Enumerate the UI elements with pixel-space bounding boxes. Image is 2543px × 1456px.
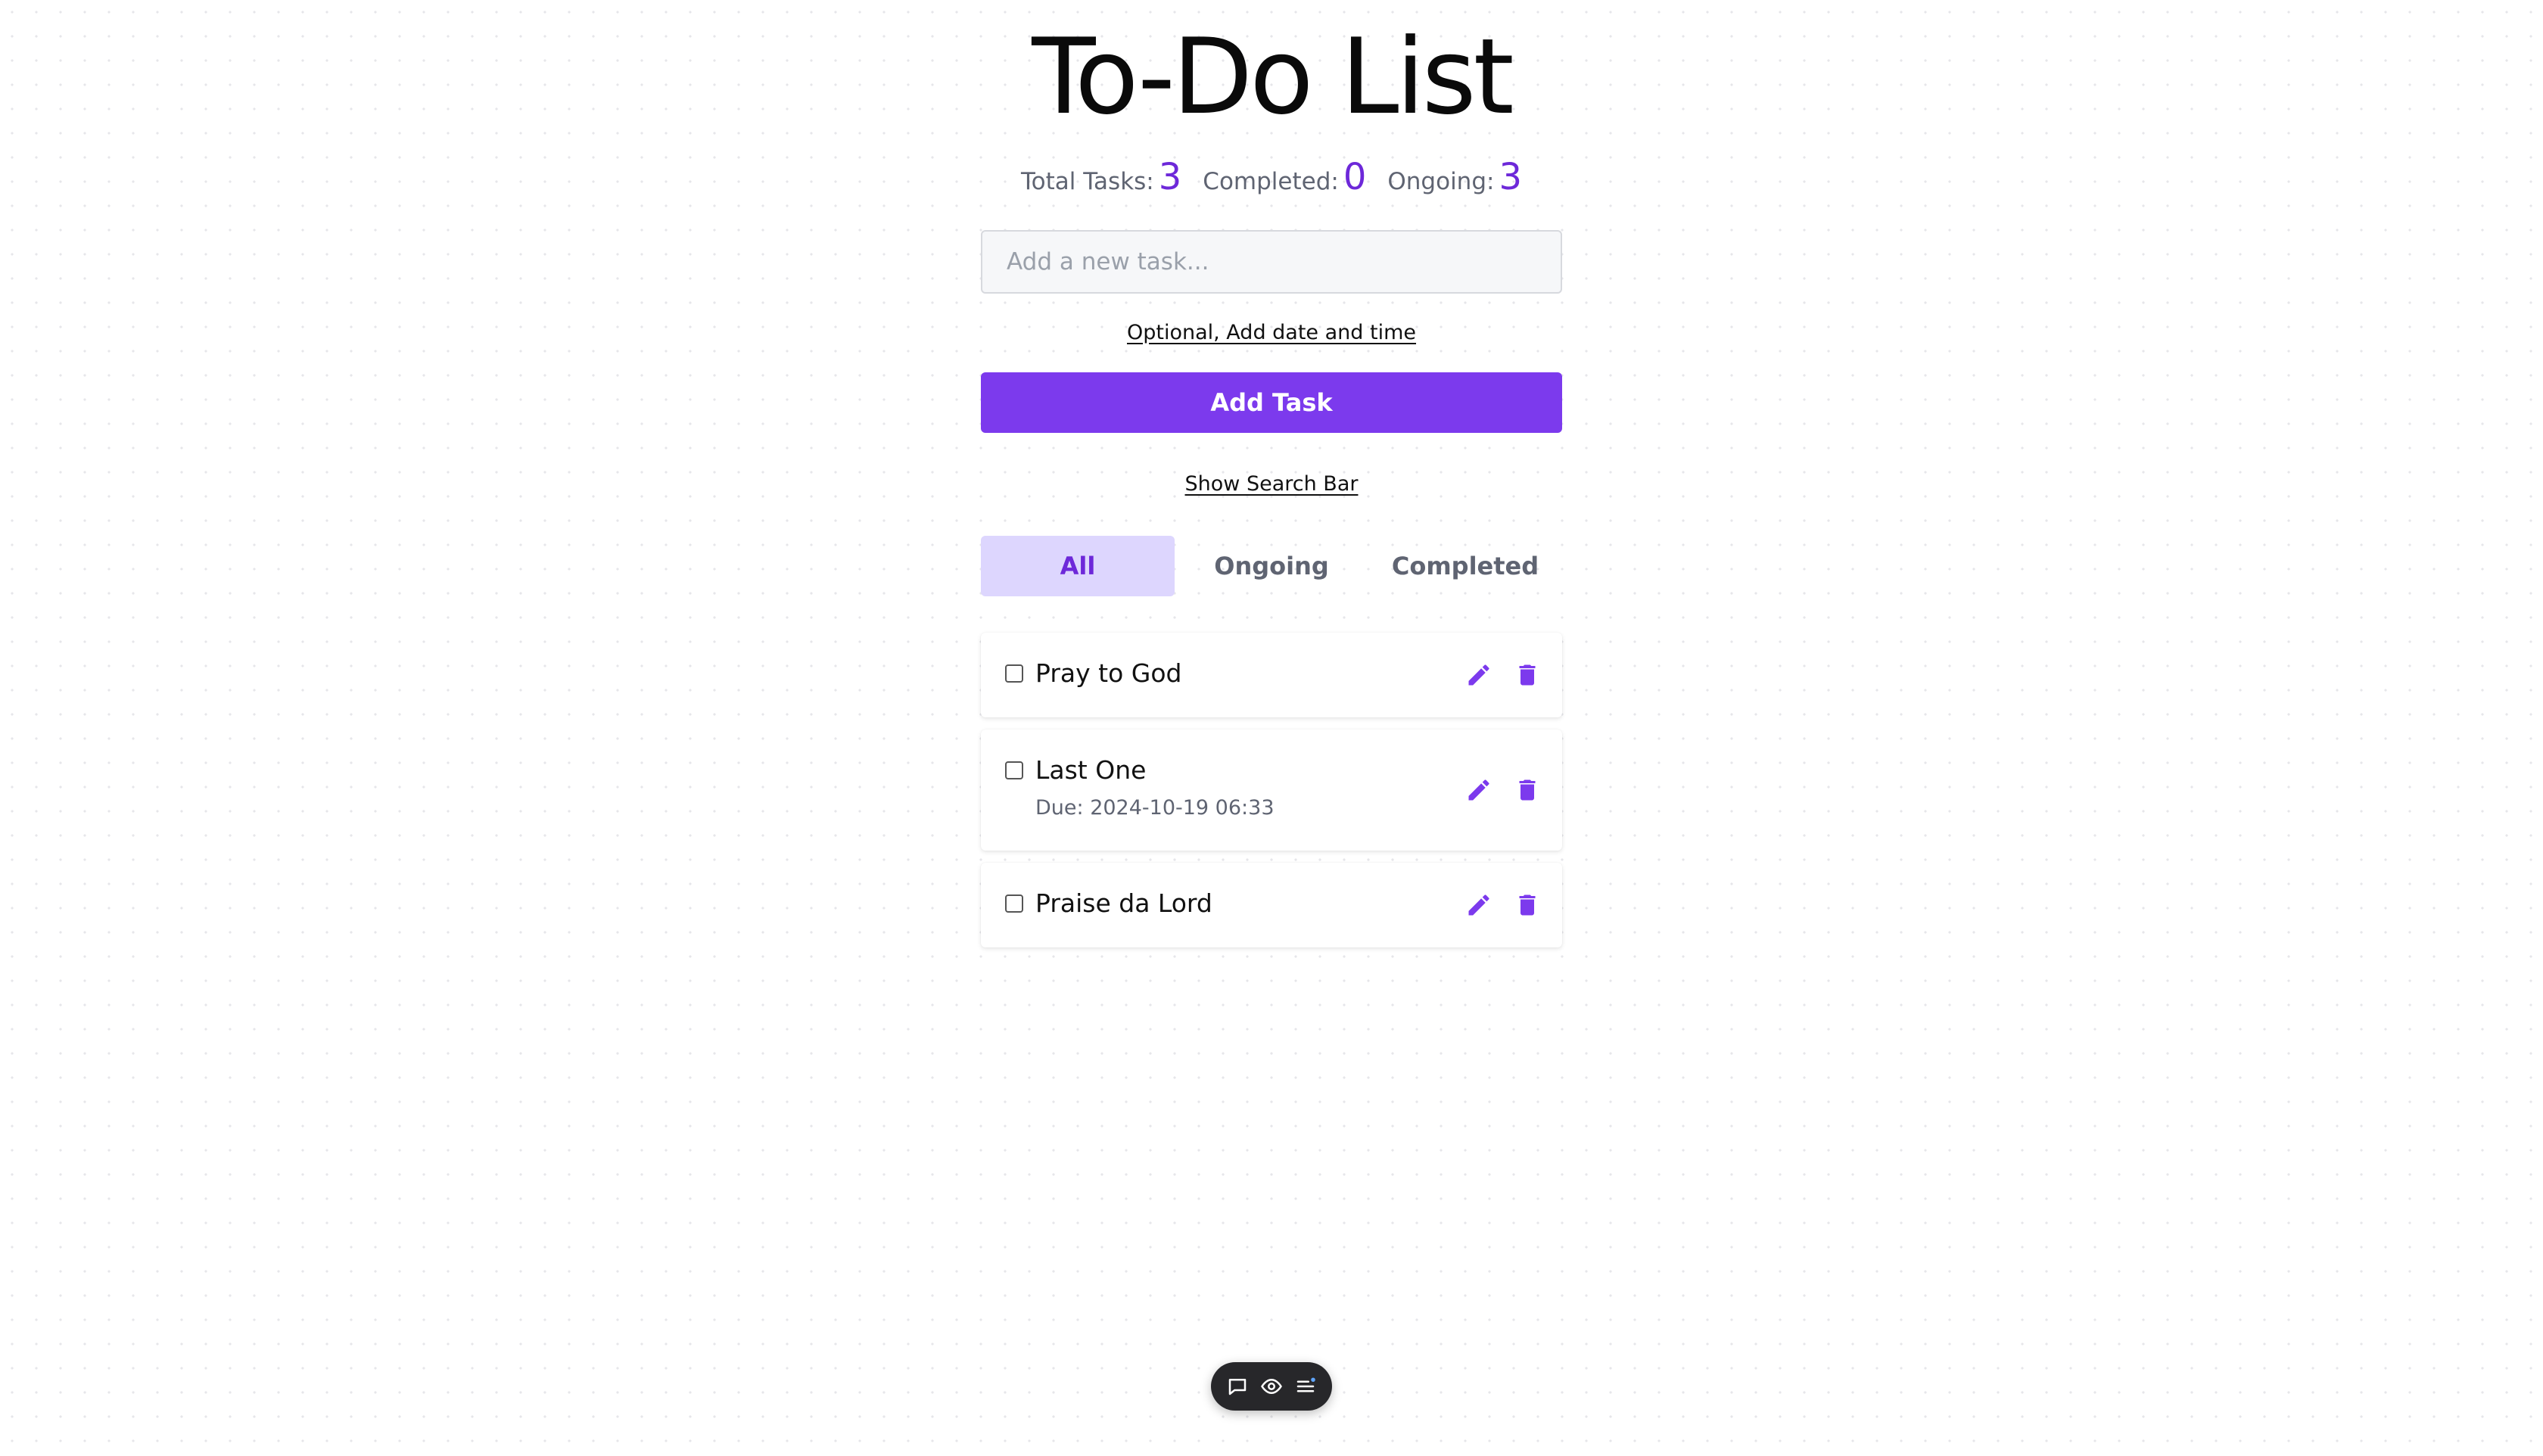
task-text: Praise da Lord: [1035, 888, 1212, 918]
new-task-input[interactable]: [981, 230, 1562, 294]
trash-icon[interactable]: [1514, 661, 1541, 689]
task-stats: Total Tasks: 3 Completed: 0 Ongoing: 3: [981, 156, 1562, 198]
tab-ongoing[interactable]: Ongoing: [1175, 536, 1368, 596]
task-due-date: Due: 2024-10-19 06:33: [1035, 796, 1275, 820]
stat-ongoing-value: 3: [1499, 156, 1522, 198]
trash-icon[interactable]: [1514, 776, 1541, 804]
show-search-bar-link[interactable]: Show Search Bar: [981, 472, 1562, 496]
pencil-icon[interactable]: [1465, 661, 1492, 689]
stat-completed-label: Completed:: [1203, 168, 1339, 195]
pencil-icon[interactable]: [1465, 776, 1492, 804]
stat-total: Total Tasks: 3: [1021, 156, 1181, 198]
stat-total-label: Total Tasks:: [1020, 168, 1154, 195]
floating-toolbar: [1211, 1362, 1332, 1411]
eye-icon[interactable]: [1258, 1373, 1285, 1400]
trash-icon[interactable]: [1514, 891, 1541, 919]
stat-total-value: 3: [1158, 156, 1182, 198]
menu-list-icon[interactable]: [1292, 1373, 1319, 1400]
tab-all[interactable]: All: [981, 536, 1175, 596]
task-checkbox[interactable]: [1005, 894, 1023, 913]
task-text: Last One: [1035, 755, 1147, 785]
filter-tabs: All Ongoing Completed: [981, 536, 1562, 596]
task-checkbox[interactable]: [1005, 761, 1023, 779]
stat-completed-value: 0: [1343, 156, 1367, 198]
add-date-time-link[interactable]: Optional, Add date and time: [981, 321, 1562, 344]
page-title: To-Do List: [1032, 16, 1514, 138]
task-item: Pray to God: [981, 633, 1562, 717]
task-text: Pray to God: [1035, 658, 1182, 688]
task-item: Last One Due: 2024-10-19 06:33: [981, 730, 1562, 851]
stat-ongoing-label: Ongoing:: [1387, 168, 1495, 195]
task-checkbox[interactable]: [1005, 664, 1023, 683]
task-item: Praise da Lord: [981, 863, 1562, 947]
add-task-button[interactable]: Add Task: [981, 372, 1562, 433]
stat-ongoing: Ongoing: 3: [1387, 156, 1522, 198]
tab-completed[interactable]: Completed: [1368, 536, 1562, 596]
comment-icon[interactable]: [1224, 1373, 1251, 1400]
stat-completed: Completed: 0: [1203, 156, 1366, 198]
pencil-icon[interactable]: [1465, 891, 1492, 919]
task-list: Pray to God Last One Due: 2024-10-19 06:…: [981, 633, 1562, 960]
